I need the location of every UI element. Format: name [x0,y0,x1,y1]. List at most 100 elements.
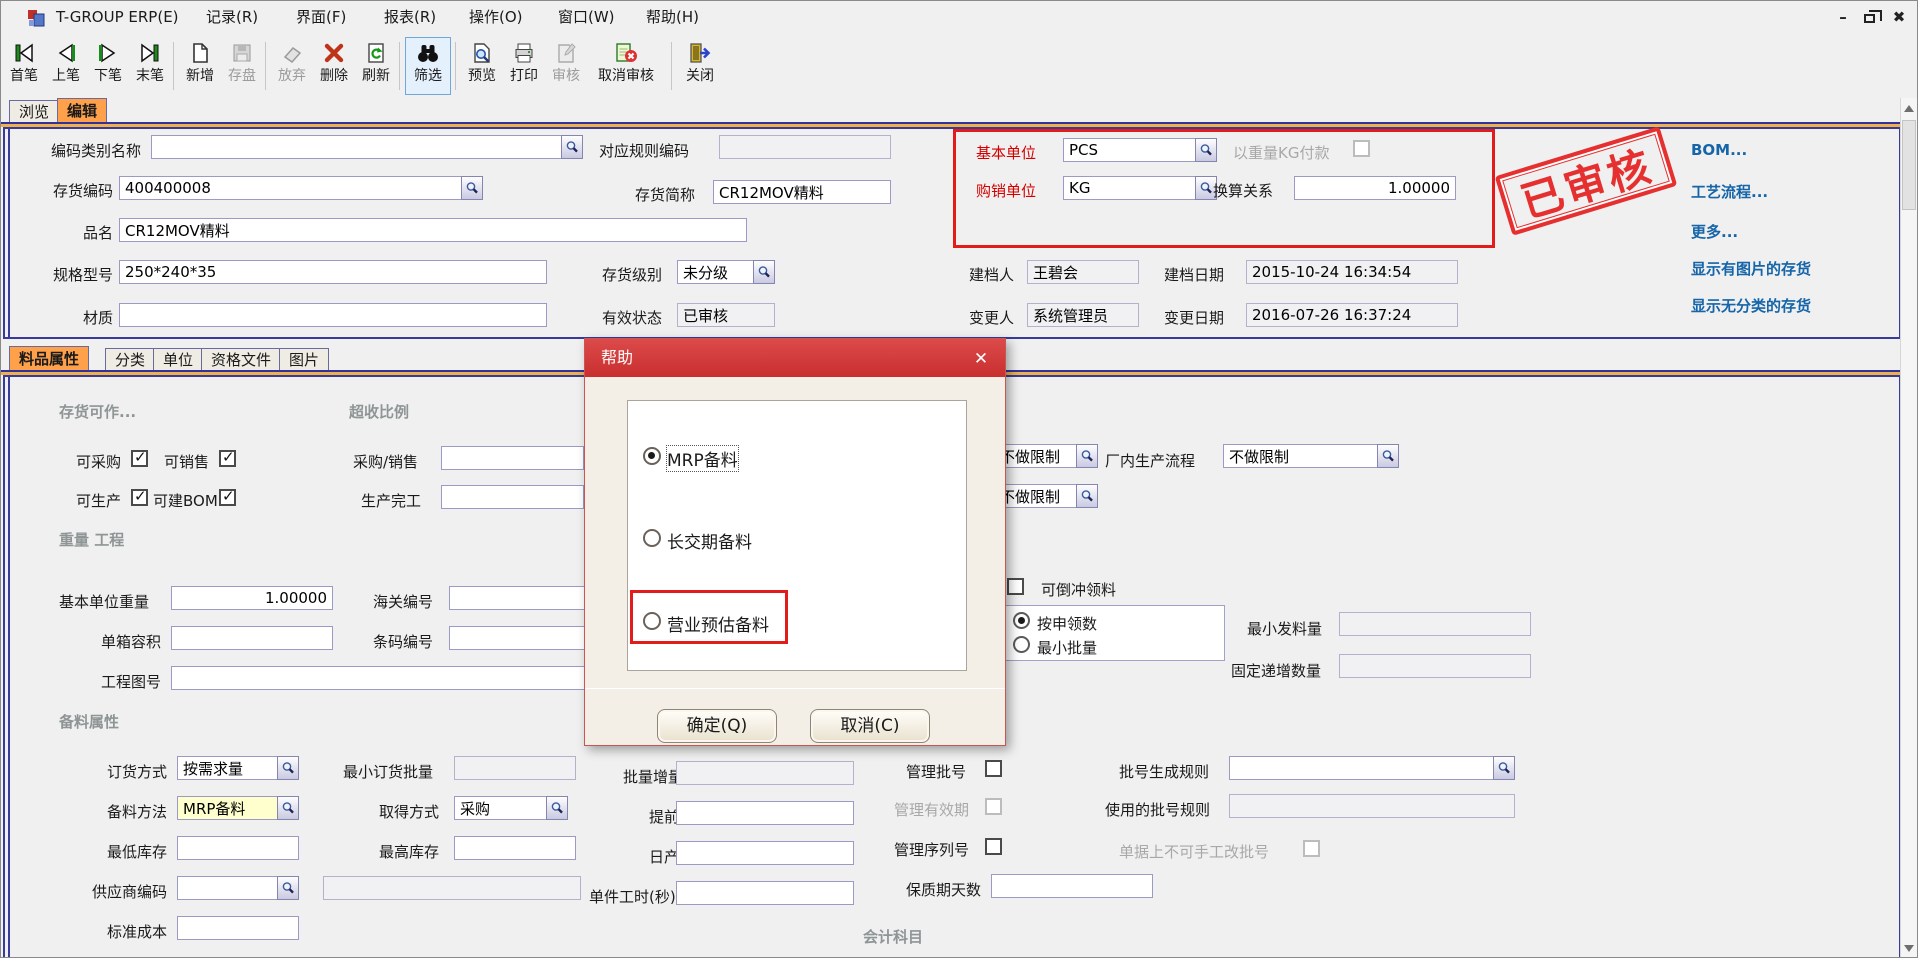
shelf-days-input[interactable] [991,874,1153,898]
batch-rule-lookup-button[interactable] [1493,756,1515,780]
menu-item-window[interactable]: 窗口(W) [558,1,615,34]
unit-hours-input[interactable] [676,881,854,905]
unit-weight-input[interactable] [171,586,333,610]
toolbar-refresh-button[interactable]: 刷新 [355,37,397,95]
label-status: 有效状态 [602,307,662,328]
link-show-with-images[interactable]: 显示有图片的存货 [1691,258,1811,279]
restore-icon[interactable] [1859,5,1883,29]
tab-classification[interactable]: 分类 [105,348,155,370]
label-changer: 变更人 [969,307,1014,328]
lead-time-input[interactable] [676,801,854,825]
option-mrp-radio[interactable] [643,447,661,465]
tab-edit[interactable]: 编辑 [57,98,107,122]
inv-code-lookup-button[interactable] [461,176,483,200]
spec-input[interactable] [119,260,547,284]
can-produce-checkbox[interactable] [131,489,148,506]
tab-item-attributes[interactable]: 料品属性 [9,346,89,370]
toolbar-cancel-audit-button[interactable]: 取消审核 [587,37,665,95]
std-cost-input[interactable] [177,916,299,940]
manage-batch-checkbox[interactable] [985,760,1002,777]
limit-2-lookup-button[interactable] [1076,484,1098,508]
scroll-down-icon[interactable] [1904,945,1914,952]
box-volume-input[interactable] [171,626,333,650]
limit-2-input[interactable] [994,484,1076,508]
tab-images[interactable]: 图片 [279,348,329,370]
acquire-mode-lookup-button[interactable] [546,796,568,820]
toolbar-next-button[interactable]: 下笔 [87,37,129,95]
option-long-lead-radio[interactable] [643,529,661,547]
can-purchase-checkbox[interactable] [131,450,148,467]
menu-item-help[interactable]: 帮助(H) [646,1,699,34]
supplier-code-input[interactable] [177,876,277,900]
prepare-method-input[interactable] [177,796,277,820]
order-mode-lookup-button[interactable] [277,756,299,780]
menu-item-report[interactable]: 报表(R) [384,1,436,34]
menu-item-record[interactable]: 记录(R) [206,1,258,34]
factory-flow-input[interactable] [1223,444,1377,468]
toolbar-prev-button[interactable]: 上笔 [45,37,87,95]
menu-item-app[interactable]: T-GROUP ERP(E) [56,1,179,34]
drawing-no-input[interactable] [171,666,641,690]
order-mode-input[interactable] [177,756,277,780]
prepare-method-lookup-button[interactable] [277,796,299,820]
trade-unit-input[interactable] [1063,176,1195,200]
minimize-icon[interactable]: – [1831,5,1855,29]
backflush-checkbox[interactable] [1007,578,1024,595]
code-category-lookup-button[interactable] [561,135,583,159]
can-sale-checkbox[interactable] [219,450,236,467]
by-request-radio[interactable] [1013,612,1030,629]
material-input[interactable] [119,303,547,327]
vertical-scrollbar[interactable] [1900,98,1917,958]
toolbar-delete-button[interactable]: 删除 [313,37,355,95]
nav-first-icon [4,38,44,68]
inv-short-input[interactable] [713,180,891,204]
dialog-ok-button[interactable]: 确定(Q) [657,709,777,743]
acquire-mode-input[interactable] [454,796,546,820]
over-production-input[interactable] [441,485,584,509]
toolbar-last-button[interactable]: 末笔 [129,37,171,95]
link-process-flow[interactable]: 工艺流程... [1691,181,1768,202]
toolbar-new-button[interactable]: 新增 [179,37,221,95]
base-unit-input[interactable] [1063,138,1195,162]
toolbar-preview-button[interactable]: 预览 [461,37,503,95]
option-mrp-label[interactable]: MRP备料 [667,446,738,471]
toolbar-print-button[interactable]: 打印 [503,37,545,95]
toolbar-first-button[interactable]: 首笔 [3,37,45,95]
max-stock-input[interactable] [454,836,576,860]
link-show-unclassified[interactable]: 显示无分类的存货 [1691,295,1811,316]
product-name-input[interactable] [119,218,747,242]
option-long-lead-label[interactable]: 长交期备料 [667,528,752,553]
can-bom-checkbox[interactable] [219,489,236,506]
batch-rule-input[interactable] [1229,756,1493,780]
scroll-up-icon[interactable] [1904,105,1914,112]
over-purchase-sale-input[interactable] [441,446,584,470]
link-more[interactable]: 更多... [1691,221,1738,242]
base-unit-lookup-button[interactable] [1195,138,1217,162]
menu-item-view[interactable]: 界面(F) [296,1,346,34]
limit-1-input[interactable] [994,444,1076,468]
tab-qualification-files[interactable]: 资格文件 [201,348,281,370]
link-bom[interactable]: BOM... [1691,141,1747,159]
inv-code-input[interactable] [119,176,461,200]
label-min-stock: 最低库存 [107,841,167,862]
supplier-code-lookup-button[interactable] [277,876,299,900]
inv-level-input[interactable] [677,260,753,284]
close-icon[interactable]: ✖ [1887,5,1911,29]
daily-output-input[interactable] [676,841,854,865]
conversion-input[interactable] [1294,176,1456,200]
code-category-input[interactable] [151,135,561,159]
toolbar-filter-button[interactable]: 筛选 [405,37,451,95]
min-batch-radio[interactable] [1013,636,1030,653]
dialog-close-icon[interactable]: ✕ [969,347,993,371]
tab-browse[interactable]: 浏览 [9,100,59,122]
min-stock-input[interactable] [177,836,299,860]
tab-units[interactable]: 单位 [153,348,203,370]
factory-flow-lookup-button[interactable] [1377,444,1399,468]
scrollbar-thumb[interactable] [1902,120,1916,210]
limit-1-lookup-button[interactable] [1076,444,1098,468]
inv-level-lookup-button[interactable] [753,260,775,284]
manage-serial-checkbox[interactable] [985,838,1002,855]
dialog-cancel-button[interactable]: 取消(C) [810,709,930,743]
menu-item-action[interactable]: 操作(O) [469,1,523,34]
toolbar-close-button[interactable]: 关闭 [679,37,721,95]
